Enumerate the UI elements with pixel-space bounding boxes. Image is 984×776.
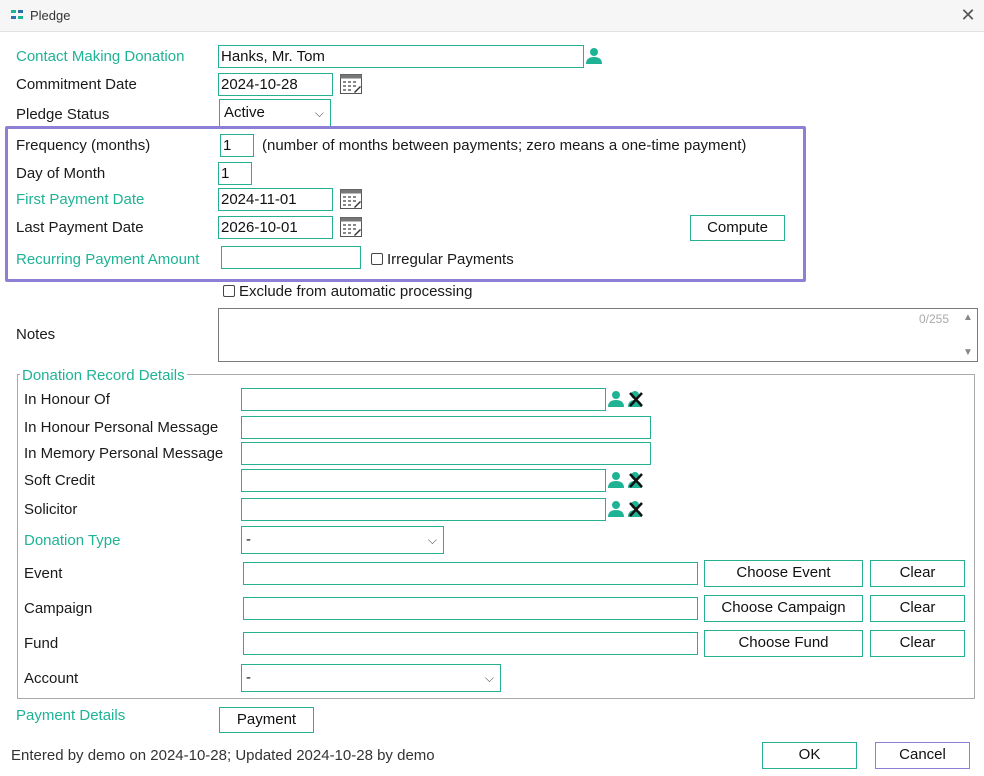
day-of-month-input[interactable]: [218, 162, 252, 185]
first-payment-label: First Payment Date: [16, 191, 145, 208]
calendar-icon[interactable]: [340, 74, 362, 94]
payment-details-label: Payment Details: [16, 707, 126, 724]
last-payment-label: Last Payment Date: [16, 219, 144, 236]
irregular-payments-checkbox[interactable]: [371, 253, 383, 265]
account-label: Account: [24, 670, 79, 687]
contact-label: Contact Making Donation: [16, 48, 185, 65]
contact-input[interactable]: [218, 45, 584, 68]
pledge-status-value: Active: [224, 104, 265, 121]
pledge-status-label: Pledge Status: [16, 106, 110, 123]
last-payment-input[interactable]: [218, 216, 333, 239]
solicitor-input[interactable]: [241, 498, 606, 521]
recurring-amount-label: Recurring Payment Amount: [16, 251, 200, 268]
audit-info: Entered by demo on 2024-10-28; Updated 2…: [11, 747, 435, 764]
honour-of-label: In Honour Of: [24, 391, 110, 408]
donation-type-value: -: [246, 531, 251, 548]
donation-type-label: Donation Type: [24, 532, 121, 549]
clear-event-button[interactable]: Clear: [870, 560, 965, 587]
clear-x-icon[interactable]: [627, 390, 645, 408]
chevron-down-icon: ⌵: [427, 533, 437, 547]
choose-fund-button[interactable]: Choose Fund: [704, 630, 863, 657]
campaign-label: Campaign: [24, 600, 93, 617]
exclude-processing-checkbox[interactable]: [223, 285, 235, 297]
honour-message-input[interactable]: [241, 416, 651, 439]
choose-campaign-button[interactable]: Choose Campaign: [704, 595, 863, 622]
calendar-icon[interactable]: [340, 189, 362, 209]
fund-input[interactable]: [243, 632, 698, 655]
commitment-date-label: Commitment Date: [16, 76, 137, 93]
scroll-down-icon[interactable]: ▼: [963, 347, 973, 358]
app-logo-icon: [11, 10, 23, 19]
exclude-processing-label: Exclude from automatic processing: [239, 283, 473, 300]
close-icon[interactable]: ✕: [958, 5, 978, 25]
commitment-date-input[interactable]: [218, 73, 333, 96]
person-icon[interactable]: [607, 390, 625, 408]
pledge-status-select[interactable]: Active ⌵: [219, 99, 331, 127]
account-select[interactable]: - ⌵: [241, 664, 501, 692]
clear-x-icon[interactable]: [627, 500, 645, 518]
title-bar: [0, 0, 984, 32]
choose-event-button[interactable]: Choose Event: [704, 560, 863, 587]
solicitor-label: Solicitor: [24, 501, 78, 518]
person-icon[interactable]: [607, 500, 625, 518]
payment-button[interactable]: Payment: [219, 707, 314, 733]
person-icon[interactable]: [585, 47, 603, 65]
irregular-payments-label: Irregular Payments: [387, 251, 514, 268]
ok-button[interactable]: OK: [762, 742, 857, 769]
notes-textarea[interactable]: [218, 308, 978, 362]
honour-message-label: In Honour Personal Message: [24, 419, 219, 436]
account-value: -: [246, 669, 251, 686]
clear-campaign-button[interactable]: Clear: [870, 595, 965, 622]
cancel-button[interactable]: Cancel: [875, 742, 970, 769]
frequency-hint: (number of months between payments; zero…: [262, 137, 747, 154]
event-input[interactable]: [243, 562, 698, 585]
day-of-month-label: Day of Month: [16, 165, 106, 182]
calendar-icon[interactable]: [340, 217, 362, 237]
recurring-amount-input[interactable]: [221, 246, 361, 269]
first-payment-input[interactable]: [218, 188, 333, 211]
frequency-label: Frequency (months): [16, 137, 151, 154]
notes-label: Notes: [16, 326, 56, 343]
memory-message-input[interactable]: [241, 442, 651, 465]
person-icon[interactable]: [607, 471, 625, 489]
event-label: Event: [24, 565, 63, 582]
donation-record-legend: Donation Record Details: [20, 366, 187, 386]
soft-credit-input[interactable]: [241, 469, 606, 492]
soft-credit-label: Soft Credit: [24, 472, 95, 489]
donation-type-select[interactable]: - ⌵: [241, 526, 444, 554]
clear-x-icon[interactable]: [627, 471, 645, 489]
chevron-down-icon: ⌵: [314, 106, 324, 120]
notes-counter: 0/255: [919, 312, 950, 326]
compute-button[interactable]: Compute: [690, 215, 785, 241]
clear-fund-button[interactable]: Clear: [870, 630, 965, 657]
honour-of-input[interactable]: [241, 388, 606, 411]
campaign-input[interactable]: [243, 597, 698, 620]
window-title: Pledge: [30, 8, 71, 23]
chevron-down-icon: ⌵: [484, 671, 494, 685]
frequency-input[interactable]: [220, 134, 254, 157]
scroll-up-icon[interactable]: ▲: [963, 312, 973, 323]
fund-label: Fund: [24, 635, 59, 652]
memory-message-label: In Memory Personal Message: [24, 445, 224, 462]
